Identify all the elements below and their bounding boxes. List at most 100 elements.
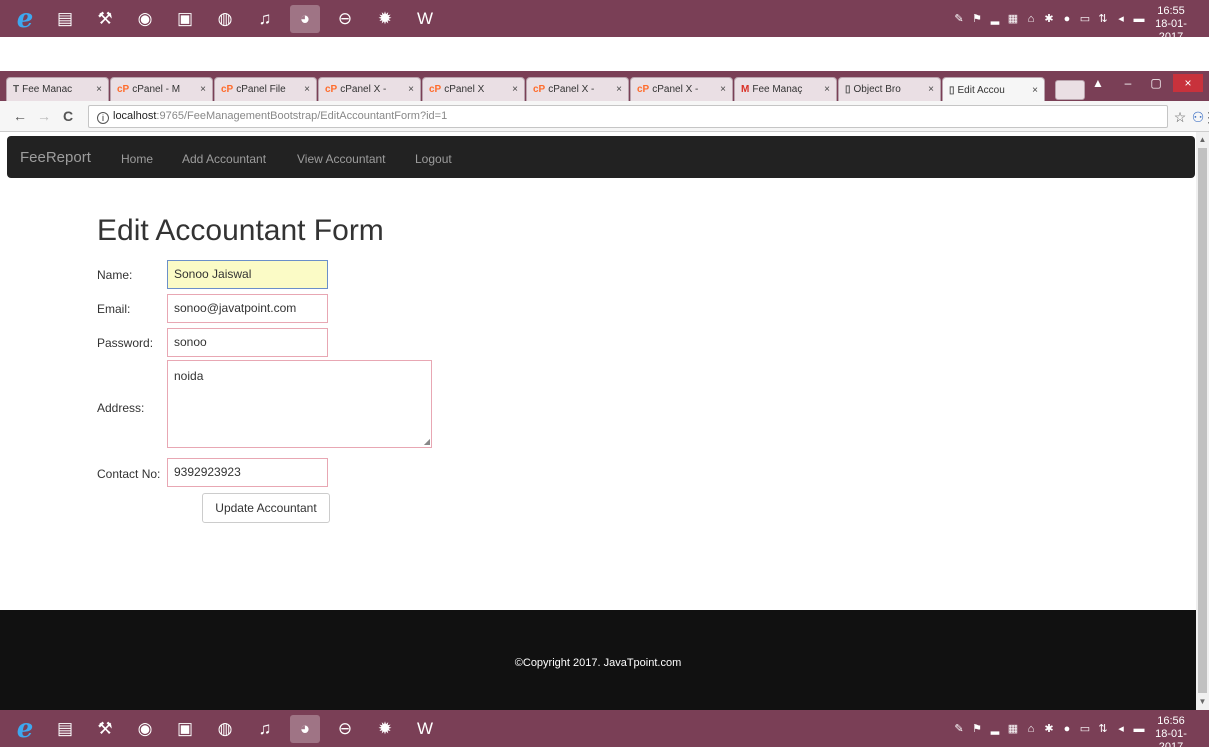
tray-icon[interactable]: ▬ xyxy=(1133,723,1145,735)
menu-icon[interactable]: ⋮ xyxy=(1202,109,1209,125)
audio-recorder-icon[interactable]: ◍ xyxy=(210,5,240,33)
file-explorer-icon[interactable]: ▤ xyxy=(50,5,80,33)
tray-icon[interactable]: ⚑ xyxy=(971,722,983,735)
tab-close-icon[interactable]: × xyxy=(304,84,310,95)
minimize-icon[interactable]: – xyxy=(1117,74,1139,92)
brand-link[interactable]: FeeReport xyxy=(20,149,91,166)
video-icon[interactable]: ▣ xyxy=(170,715,200,743)
tray-icon[interactable]: ▬ xyxy=(1133,13,1145,25)
browser-tab[interactable]: cP cPanel X × xyxy=(422,77,525,101)
tray-icon[interactable]: ● xyxy=(1061,723,1073,735)
name-input[interactable]: Sonoo Jaiswal xyxy=(167,260,328,289)
bookmark-star-icon[interactable]: ☆ xyxy=(1172,109,1188,125)
tray-icon[interactable]: ▦ xyxy=(1007,722,1019,735)
tray-icon[interactable]: ✎ xyxy=(953,722,965,735)
nav-view-accountant[interactable]: View Accountant xyxy=(297,152,386,166)
tray-icon[interactable]: ⌂ xyxy=(1025,723,1037,735)
chrome-icon[interactable]: ◕ xyxy=(290,4,320,33)
maximize-icon[interactable]: ▢ xyxy=(1145,74,1167,92)
browser-tab[interactable]: ▯ Edit Accou × xyxy=(942,77,1045,102)
browser-tab[interactable]: T Fee Manac × xyxy=(6,77,109,101)
file-explorer-icon[interactable]: ▤ xyxy=(50,715,80,743)
eclipse-icon[interactable]: ⊖ xyxy=(330,715,360,743)
tray-icon[interactable]: ✱ xyxy=(1043,12,1055,25)
tab-favicon-icon: cP xyxy=(117,84,130,95)
java-ee-icon[interactable]: ✹ xyxy=(370,715,400,743)
scroll-up-icon[interactable]: ▲ xyxy=(1196,134,1209,146)
media-player-icon[interactable]: ◉ xyxy=(130,5,160,33)
tray-icon[interactable]: ⇅ xyxy=(1097,12,1109,25)
tray-icon[interactable]: ▂ xyxy=(989,12,1001,25)
tab-close-icon[interactable]: × xyxy=(512,84,518,95)
tools-icon[interactable]: ⚒ xyxy=(90,715,120,743)
internet-explorer-icon[interactable]: e xyxy=(10,4,40,34)
itunes-icon[interactable]: ♫ xyxy=(250,5,280,33)
word-icon[interactable]: W xyxy=(410,715,440,743)
url-input[interactable]: i localhost:9765/FeeManagementBootstrap/E… xyxy=(88,105,1168,128)
scroll-thumb[interactable] xyxy=(1198,148,1207,693)
tools-icon[interactable]: ⚒ xyxy=(90,5,120,33)
system-tray: ✎ ⚑ ▂ ▦ ⌂ ✱ ● ▭ ⇅ ◂ ▬ xyxy=(953,0,1145,37)
itunes-icon[interactable]: ♫ xyxy=(250,715,280,743)
java-ee-icon[interactable]: ✹ xyxy=(370,5,400,33)
tab-close-icon[interactable]: × xyxy=(200,84,206,95)
scroll-down-icon[interactable]: ▼ xyxy=(1196,696,1209,708)
tray-icon[interactable]: ⇅ xyxy=(1097,722,1109,735)
video-icon[interactable]: ▣ xyxy=(170,5,200,33)
close-window-icon[interactable]: × xyxy=(1173,74,1203,92)
back-icon[interactable]: ← xyxy=(12,108,28,124)
tab-close-icon[interactable]: × xyxy=(824,84,830,95)
browser-tab[interactable]: cP cPanel X - × xyxy=(526,77,629,101)
internet-explorer-icon[interactable]: e xyxy=(10,714,40,744)
clock[interactable]: 16:56 18-01-2017 xyxy=(1145,715,1197,754)
chrome-icon[interactable]: ◕ xyxy=(290,714,320,743)
tab-favicon-icon: cP xyxy=(325,84,338,95)
tray-icon[interactable]: ⌂ xyxy=(1025,13,1037,25)
address-textarea[interactable]: noida ◢ xyxy=(167,360,432,448)
tab-close-icon[interactable]: × xyxy=(96,84,102,95)
address-bar-row: ← → C i localhost:9765/FeeManagementBoots… xyxy=(0,101,1209,132)
tray-icon[interactable]: ● xyxy=(1061,13,1073,25)
nav-add-accountant[interactable]: Add Accountant xyxy=(182,152,266,166)
tab-close-icon[interactable]: × xyxy=(616,84,622,95)
email-input[interactable]: sonoo@javatpoint.com xyxy=(167,294,328,323)
tray-icon[interactable]: ▦ xyxy=(1007,12,1019,25)
word-icon[interactable]: W xyxy=(410,5,440,33)
browser-tab[interactable]: ▯ Object Bro × xyxy=(838,77,941,101)
name-label: Name: xyxy=(97,268,133,282)
browser-tab[interactable]: cP cPanel X - × xyxy=(318,77,421,101)
tray-icon[interactable]: ◂ xyxy=(1115,722,1127,735)
user-icon[interactable]: ▲ xyxy=(1087,74,1109,92)
browser-tab[interactable]: M Fee Manaç × xyxy=(734,77,837,101)
nav-logout[interactable]: Logout xyxy=(415,152,452,166)
eclipse-icon[interactable]: ⊖ xyxy=(330,5,360,33)
tab-title: Object Bro xyxy=(853,84,901,95)
tab-close-icon[interactable]: × xyxy=(408,84,414,95)
browser-tab[interactable]: cP cPanel - M × xyxy=(110,77,213,101)
tab-close-icon[interactable]: × xyxy=(928,84,934,95)
tray-icon[interactable]: ▂ xyxy=(989,722,1001,735)
forward-icon[interactable]: → xyxy=(36,108,52,124)
reload-icon[interactable]: C xyxy=(60,108,76,124)
tray-icon[interactable]: ▭ xyxy=(1079,722,1091,735)
update-accountant-button[interactable]: Update Accountant xyxy=(202,493,330,523)
nav-home[interactable]: Home xyxy=(121,152,153,166)
new-tab-button[interactable] xyxy=(1055,80,1085,100)
password-input[interactable]: sonoo xyxy=(167,328,328,357)
tray-icon[interactable]: ✱ xyxy=(1043,722,1055,735)
tray-icon[interactable]: ◂ xyxy=(1115,12,1127,25)
tab-favicon-icon: ▯ xyxy=(949,84,955,96)
audio-recorder-icon[interactable]: ◍ xyxy=(210,715,240,743)
browser-tab[interactable]: cP cPanel X - × xyxy=(630,77,733,101)
resize-grip-icon[interactable]: ◢ xyxy=(424,438,430,446)
media-player-icon[interactable]: ◉ xyxy=(130,715,160,743)
contact-input[interactable]: 9392923923 xyxy=(167,458,328,487)
info-icon[interactable]: i xyxy=(97,112,109,124)
page-scrollbar[interactable]: ▲ ▼ xyxy=(1196,132,1209,710)
tray-icon[interactable]: ▭ xyxy=(1079,12,1091,25)
tray-icon[interactable]: ⚑ xyxy=(971,12,983,25)
tray-icon[interactable]: ✎ xyxy=(953,12,965,25)
tab-close-icon[interactable]: × xyxy=(1032,85,1038,96)
tab-close-icon[interactable]: × xyxy=(720,84,726,95)
browser-tab[interactable]: cP cPanel File × xyxy=(214,77,317,101)
